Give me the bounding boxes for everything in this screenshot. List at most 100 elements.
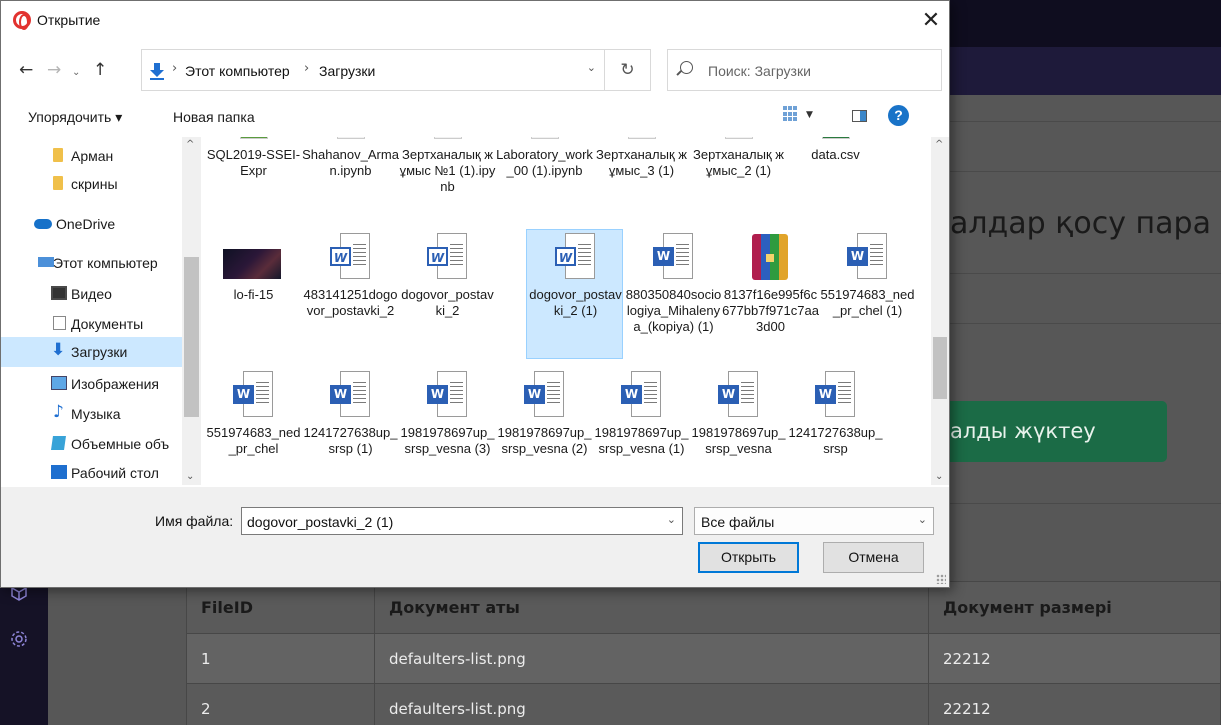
sidebar-item-onedrive[interactable]: OneDrive [1,209,182,239]
sidebar-item-music[interactable]: ♪ Музыка [1,399,182,429]
file-item[interactable]: W 1241727638up_srsp [787,369,884,485]
notebook-file-icon [337,137,365,139]
background-page-title: алдар қосу пара [950,206,1211,241]
dialog-titlebar[interactable]: Открытие ✕ [1,1,949,42]
file-item[interactable]: W 1981978697up_srsp_vesna (1) [593,369,690,485]
sidebar-item-label: Арман [71,148,114,164]
word-document-icon: W [330,233,370,281]
open-button[interactable]: Открыть [698,542,799,573]
file-name: lo-fi-15 [233,287,274,302]
address-bar[interactable]: › Этот компьютер › Загрузки ⌄ [141,49,605,91]
table-cell: defaulters-list.png [374,683,929,725]
file-item[interactable]: W 483141251dogovor_postavki_2 [302,229,399,359]
table-cell: defaulters-list.png [374,633,929,684]
table-cell: 22212 [928,683,1221,725]
file-item[interactable]: 8137f16e995f6c677bb7f971c7aa3d00 [722,229,819,359]
close-button[interactable]: ✕ [915,5,947,37]
notebook-file-icon [434,137,462,139]
file-item-selected[interactable]: W dogovor_postavki_2 (1) [526,229,623,359]
documents-icon [53,316,66,330]
help-icon[interactable]: ? [888,105,909,126]
filename-field[interactable]: dogovor_postavki_2 (1) ⌄ [241,507,683,535]
file-type-select[interactable]: Все файлы ⌄ [694,507,934,535]
file-list-scrollbar[interactable]: ^ ⌄ [931,137,949,485]
folder-icon [53,148,63,162]
resize-grip-icon[interactable] [936,574,946,584]
cancel-button[interactable]: Отмена [823,542,924,573]
address-row: ← → ⌄ ↑ › Этот компьютер › Загрузки ⌄ ↻ … [1,49,949,93]
address-dropdown-chevron-icon[interactable]: ⌄ [587,61,596,74]
file-name: dogovor_postavki_2 [401,287,494,318]
settings-gear-icon[interactable] [10,630,28,648]
scroll-down-icon[interactable]: ⌄ [935,471,943,482]
scroll-up-icon[interactable]: ^ [186,139,194,150]
sidebar-item-images[interactable]: Изображения [1,369,182,399]
file-icon [628,137,656,139]
scrollbar-thumb[interactable] [933,337,947,399]
up-arrow-icon[interactable]: ↑ [93,60,107,80]
word-document-icon: W [847,233,887,281]
word-document-icon: W [555,233,595,281]
filename-value: dogovor_postavki_2 (1) [247,514,394,530]
table-header-document-size: Документ размері [928,581,1221,634]
installer-icon [240,137,268,139]
word-document-icon: W [718,371,758,419]
sidebar-item-desktop[interactable]: Рабочий стол [1,458,182,485]
forward-arrow-icon[interactable]: → [47,60,61,80]
scrollbar-thumb[interactable] [184,257,199,417]
back-arrow-icon[interactable]: ← [19,60,33,80]
chevron-down-icon[interactable]: ⌄ [667,513,676,526]
file-item[interactable]: W 551974683_ned_pr_chel [205,369,302,485]
breadcrumb-this-pc[interactable]: Этот компьютер [185,63,290,79]
file-item[interactable]: W 1241727638up_srsp (1) [302,369,399,485]
breadcrumb-downloads[interactable]: Загрузки [319,63,375,79]
opera-logo-icon [13,11,31,30]
file-item[interactable]: W 1981978697up_srsp_vesna (2) [496,369,593,485]
chevron-down-icon[interactable]: ⌄ [918,513,927,526]
file-item[interactable]: W 880350840sociologiya_Mihalenya_(kopiya… [625,229,722,359]
file-name: 1241727638up_srsp [788,425,883,456]
sidebar-item-label: скрины [71,176,118,192]
sidebar-item-this-pc[interactable]: Этот компьютер [1,248,182,278]
sidebar-item-documents[interactable]: Документы [1,309,182,339]
sidebar-item-label: Рабочий стол [71,465,159,481]
file-name: 483141251dogovor_postavki_2 [303,287,398,318]
word-document-icon: W [427,233,467,281]
search-placeholder: Поиск: Загрузки [708,63,811,79]
background-upload-button[interactable]: алды жүктеу [938,401,1167,462]
sidebar-item-arman[interactable]: Арман [1,141,182,171]
3d-objects-icon [51,436,66,450]
word-document-icon: W [653,233,693,281]
file-item[interactable]: W dogovor_postavki_2 [399,229,496,359]
view-options-icon[interactable] [783,106,799,122]
sidebar-item-3d-objects[interactable]: Объемные объ [1,429,182,459]
preview-pane-icon[interactable] [852,110,867,122]
scroll-up-icon[interactable]: ^ [935,139,943,150]
file-name: Shahanov_Arman.ipynb [302,147,399,178]
file-type-value: Все файлы [701,514,775,530]
csv-file-icon [822,137,850,139]
sidebar-item-downloads[interactable]: ⬇ Загрузки [1,337,182,367]
new-folder-button[interactable]: Новая папка [173,109,255,125]
organize-menu-button[interactable]: Упорядочить ▾ [28,109,122,126]
file-name: 1981978697up_srsp_vesna (1) [594,425,689,456]
file-item[interactable]: lo-fi-15 [205,229,302,359]
navigation-pane-scrollbar[interactable]: ^ ⌄ [182,137,201,485]
sidebar-item-skriny[interactable]: скрины [1,169,182,199]
music-icon: ♪ [53,402,64,422]
recent-locations-chevron-icon[interactable]: ⌄ [72,63,80,83]
search-input[interactable]: Поиск: Загрузки [667,49,942,91]
file-item[interactable]: W 1981978697up_srsp_vesna [690,369,787,485]
winrar-archive-icon [752,234,788,280]
table-cell: 2 [186,683,375,725]
word-document-icon: W [524,371,564,419]
file-name: Laboratory_work_00 (1).ipynb [496,147,593,178]
sidebar-item-video[interactable]: Видео [1,279,182,309]
refresh-button[interactable]: ↻ [605,49,651,91]
file-item[interactable]: W 1981978697up_srsp_vesna (3) [399,369,496,485]
folder-icon [53,176,63,190]
desktop-icon [51,465,67,479]
scroll-down-icon[interactable]: ⌄ [186,471,194,482]
view-dropdown-arrow-icon[interactable]: ▼ [806,110,813,120]
file-item[interactable]: W 551974683_ned_pr_chel (1) [819,229,916,359]
